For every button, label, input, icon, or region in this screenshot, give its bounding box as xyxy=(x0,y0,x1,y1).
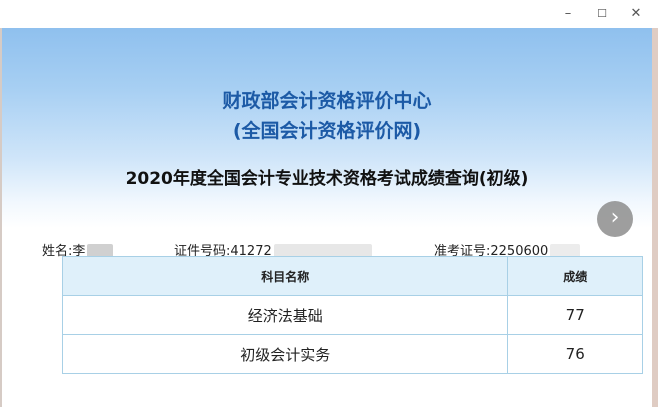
minimize-icon[interactable]: – xyxy=(557,4,579,24)
subject-cell: 经济法基础 xyxy=(61,295,509,335)
table-header-row: 科目名称 成绩 xyxy=(61,256,643,296)
background-window-edge-right xyxy=(652,28,658,407)
column-header-score: 成绩 xyxy=(507,256,643,296)
window-titlebar: – ☐ ✕ xyxy=(0,0,658,28)
next-arrow-icon[interactable]: › xyxy=(597,201,633,237)
page-title: 2020年度全国会计专业技术资格考试成绩查询(初级) xyxy=(125,169,529,189)
table-row: 经济法基础 77 xyxy=(61,295,643,335)
maximize-icon[interactable]: ☐ xyxy=(591,4,613,24)
org-subtitle: (全国会计资格评价网) xyxy=(232,120,422,142)
subject-cell: 初级会计实务 xyxy=(61,334,509,374)
column-header-subject: 科目名称 xyxy=(61,256,509,296)
score-cell: 76 xyxy=(507,334,643,374)
score-cell: 77 xyxy=(507,295,643,335)
close-icon[interactable]: ✕ xyxy=(625,4,647,24)
table-row: 初级会计实务 76 xyxy=(61,334,643,374)
org-name: 财政部会计资格评价中心 xyxy=(222,90,432,112)
score-table: 科目名称 成绩 经济法基础 77 初级会计实务 76 xyxy=(61,256,643,374)
